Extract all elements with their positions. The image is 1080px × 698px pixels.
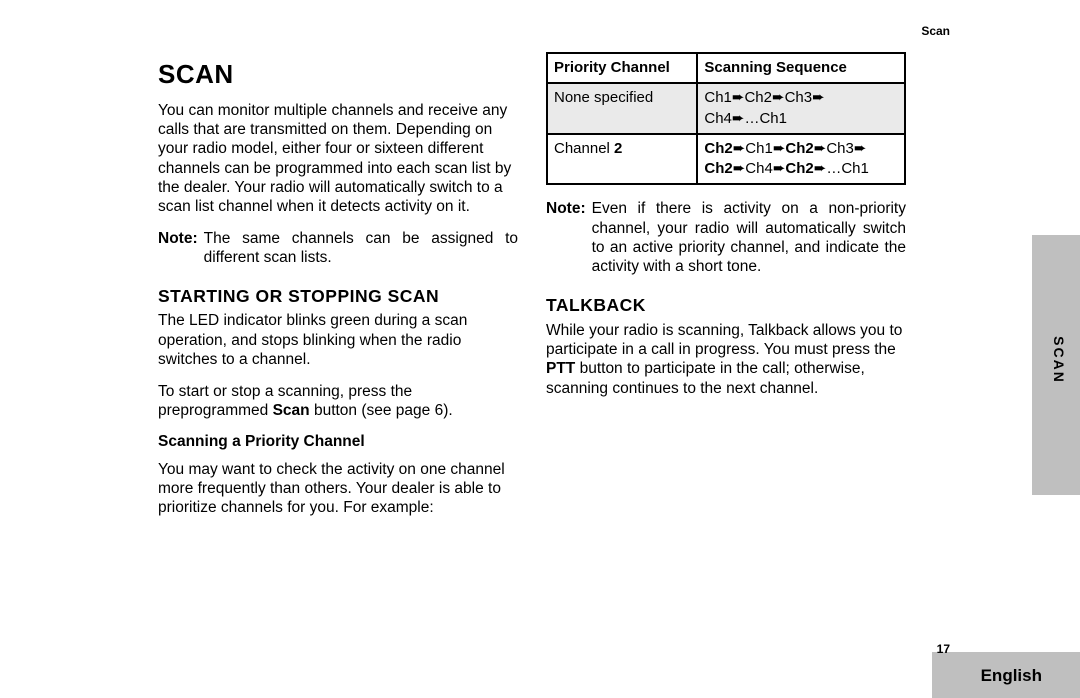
priority-text: You may want to check the activity on on… bbox=[158, 460, 518, 518]
table-row: Channel 2 Ch2➨Ch1➨Ch2➨Ch3➨ Ch2➨Ch4➨Ch2➨…… bbox=[547, 134, 905, 185]
priority-heading: Scanning a Priority Channel bbox=[158, 432, 518, 451]
side-tab-label: SCAN bbox=[1051, 290, 1067, 430]
left-column: SCAN You can monitor multiple channels a… bbox=[158, 48, 518, 648]
start-stop-p1: The LED indicator blinks green during a … bbox=[158, 311, 518, 369]
cell-sequence-none: Ch1➨Ch2➨Ch3➨ Ch4➨…Ch1 bbox=[697, 83, 905, 134]
running-header: Scan bbox=[921, 24, 950, 38]
right-column: Priority Channel Scanning Sequence None … bbox=[546, 48, 906, 648]
note-body: Even if there is activity on a non-prior… bbox=[592, 199, 906, 277]
page: SCAN English Scan 17 SCAN You can monito… bbox=[0, 0, 1080, 698]
note-label: Note: bbox=[158, 229, 198, 268]
th-priority: Priority Channel bbox=[547, 53, 697, 83]
note-label: Note: bbox=[546, 199, 586, 277]
start-stop-p2: To start or stop a scanning, press the p… bbox=[158, 382, 518, 421]
cell-priority-ch2: Channel 2 bbox=[547, 134, 697, 185]
cell-priority-none: None specified bbox=[547, 83, 697, 134]
note-body: The same channels can be assigned to dif… bbox=[204, 229, 518, 268]
table-row: None specified Ch1➨Ch2➨Ch3➨ Ch4➨…Ch1 bbox=[547, 83, 905, 134]
note-2: Note: Even if there is activity on a non… bbox=[546, 199, 906, 277]
cell-sequence-ch2: Ch2➨Ch1➨Ch2➨Ch3➨ Ch2➨Ch4➨Ch2➨…Ch1 bbox=[697, 134, 905, 185]
note-1: Note: The same channels can be assigned … bbox=[158, 229, 518, 268]
content-columns: SCAN You can monitor multiple channels a… bbox=[158, 48, 958, 648]
starting-stopping-heading: STARTING OR STOPPING SCAN bbox=[158, 286, 518, 308]
page-title: SCAN bbox=[158, 58, 518, 91]
language-label: English bbox=[981, 666, 1042, 686]
intro-paragraph: You can monitor multiple channels and re… bbox=[158, 101, 518, 217]
scan-sequence-table: Priority Channel Scanning Sequence None … bbox=[546, 52, 906, 185]
table-header-row: Priority Channel Scanning Sequence bbox=[547, 53, 905, 83]
talkback-heading: TALKBACK bbox=[546, 295, 906, 317]
th-sequence: Scanning Sequence bbox=[697, 53, 905, 83]
talkback-paragraph: While your radio is scanning, Talkback a… bbox=[546, 321, 906, 399]
